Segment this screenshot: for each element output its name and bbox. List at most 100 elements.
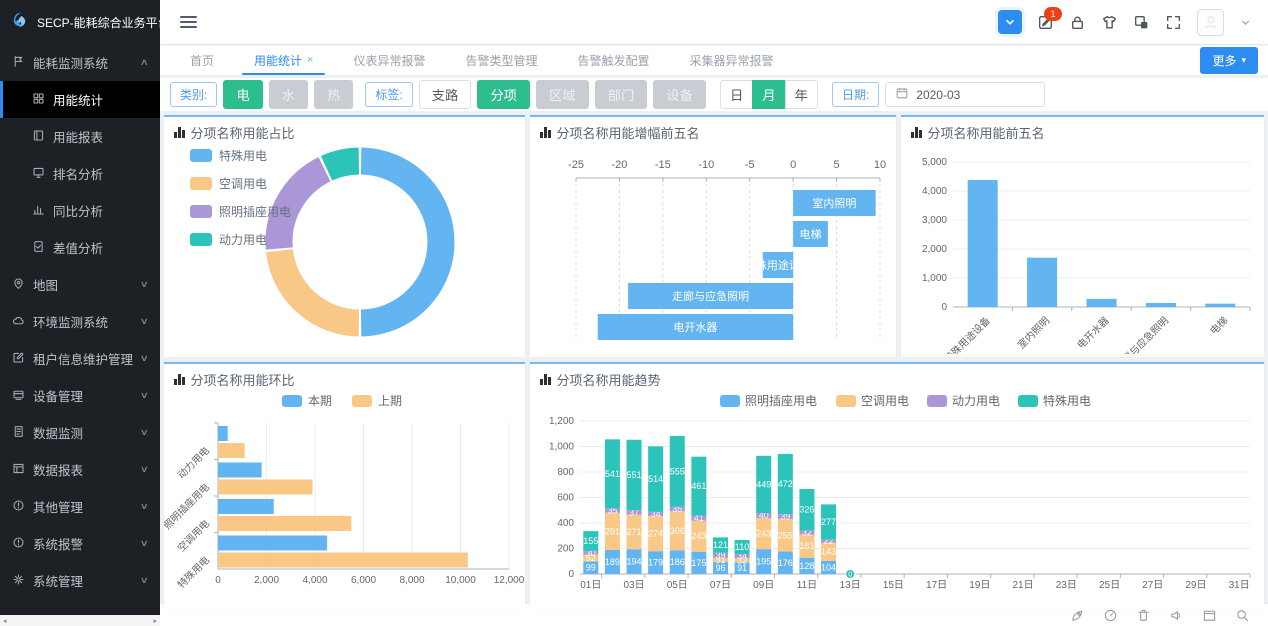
sidebar-group-6[interactable]: 数据报表∨: [0, 451, 160, 488]
tab-3[interactable]: 告警类型管理: [445, 45, 557, 75]
legend-item-2[interactable]: 照明插座用电: [190, 203, 291, 220]
svg-text:200: 200: [557, 544, 574, 555]
sidebar-group-5[interactable]: 数据监测∨: [0, 414, 160, 451]
tag-button-2[interactable]: 区域: [536, 80, 589, 109]
tab-4[interactable]: 告警触发配置: [558, 45, 670, 75]
svg-text:0: 0: [215, 575, 221, 586]
tab-close-icon[interactable]: ×: [307, 54, 313, 66]
tab-1[interactable]: 用能统计×: [234, 45, 333, 75]
legend-item-1[interactable]: 空调用电: [190, 175, 291, 192]
period-button-1[interactable]: 月: [752, 80, 785, 109]
svg-text:600: 600: [557, 493, 574, 504]
chevron-down-icon: ∨: [140, 279, 149, 290]
svg-text:15日: 15日: [883, 580, 904, 591]
dashboard-content: 分项名称用能占比 特殊用电空调用电照明插座用电动力用电 分项名称用能增幅前五名 …: [160, 111, 1268, 603]
svg-text:13日: 13日: [840, 580, 861, 591]
legend-item-3[interactable]: 动力用电: [190, 231, 291, 248]
svg-text:326: 326: [799, 505, 814, 515]
trend-stacked-chart[interactable]: 照明插座用电空调用电动力用电特殊用电02004006008001,0001,20…: [530, 389, 1264, 606]
card-energy-share: 分项名称用能占比 特殊用电空调用电照明插座用电动力用电: [164, 115, 525, 357]
sidebar-group-4[interactable]: 设备管理∨: [0, 377, 160, 414]
card-usage-top5: 分项名称用能前五名 01,0002,0003,0004,0005,000特殊用途…: [901, 115, 1264, 357]
category-button-2[interactable]: 热: [314, 80, 353, 109]
sidebar-group-8[interactable]: 系统报警∨: [0, 525, 160, 562]
svg-text:-20: -20: [611, 159, 627, 171]
theme-shirt-icon[interactable]: [1101, 14, 1118, 31]
menu-collapse-icon[interactable]: [176, 12, 201, 32]
period-button-0[interactable]: 日: [720, 80, 753, 109]
fullscreen-icon[interactable]: [1165, 14, 1182, 31]
sidebar-item-0-0[interactable]: 用能统计: [0, 81, 160, 118]
sidebar-group-label: 数据报表: [33, 460, 83, 479]
tab-label: 告警类型管理: [465, 52, 537, 69]
compare-bar-chart[interactable]: 本期上期02,0004,0006,0008,00010,00012,000动力用…: [164, 389, 525, 606]
sidebar-group-7[interactable]: 其他管理∨: [0, 488, 160, 525]
chevron-down-icon: ∨: [140, 427, 149, 438]
sidebar-hscrollbar[interactable]: ◂▸: [0, 615, 160, 626]
tag-button-4[interactable]: 设备: [653, 80, 706, 109]
svg-text:5: 5: [834, 159, 840, 171]
notifications-icon[interactable]: 1: [1037, 14, 1054, 31]
sidebar-item-label: 用能报表: [53, 127, 103, 146]
rocket-icon[interactable]: [1070, 608, 1085, 623]
tab-label: 首页: [190, 52, 214, 69]
sidebar-group-label: 系统管理: [33, 571, 83, 590]
date-value: 2020-03: [916, 88, 960, 102]
sidebar-group-3[interactable]: 租户信息维护管理∨: [0, 340, 160, 377]
category-button-1[interactable]: 水: [269, 80, 308, 109]
period-button-2[interactable]: 年: [785, 80, 818, 109]
tab-5[interactable]: 采集器异常报警: [670, 45, 794, 75]
tab-2[interactable]: 仪表异常报警: [333, 45, 445, 75]
user-menu-chevron-icon[interactable]: [1239, 16, 1252, 29]
svg-text:25日: 25日: [1099, 580, 1120, 591]
tag-button-1[interactable]: 分项: [477, 80, 530, 109]
svg-text:特殊用电: 特殊用电: [1043, 393, 1091, 408]
avatar[interactable]: [1197, 9, 1224, 36]
search-icon[interactable]: [1235, 608, 1250, 623]
gauge-icon[interactable]: [1103, 608, 1118, 623]
date-input[interactable]: 2020-03: [885, 82, 1045, 107]
sidebar-group-icon: [12, 55, 25, 71]
sidebar-item-0-3[interactable]: 同比分析: [0, 192, 160, 229]
copy-pages-icon[interactable]: [1133, 14, 1150, 31]
sidebar-group-9[interactable]: 系统管理∨: [0, 562, 160, 599]
svg-text:12,000: 12,000: [494, 575, 525, 586]
growth-bar-chart[interactable]: -25-20-15-10-50510室内照明电梯特殊用途设备走廊与应急照明电开水…: [530, 142, 896, 354]
top5-bar-chart[interactable]: 01,0002,0003,0004,0005,000特殊用途设备室内照明电开水器…: [901, 142, 1264, 354]
sidebar-item-0-1[interactable]: 用能报表: [0, 118, 160, 155]
sidebar-group-1[interactable]: 地图∨: [0, 266, 160, 303]
legend-swatch: [190, 205, 212, 218]
svg-text:243: 243: [691, 531, 706, 541]
category-button-0[interactable]: 电: [223, 80, 262, 109]
svg-text:-10: -10: [698, 159, 714, 171]
svg-text:3,000: 3,000: [922, 215, 947, 226]
sidebar-group-label: 能耗监测系统: [33, 53, 108, 72]
svg-text:194: 194: [627, 557, 642, 567]
more-button[interactable]: 更多▾: [1200, 47, 1258, 74]
tag-button-0[interactable]: 支路: [419, 80, 472, 109]
svg-text:181: 181: [799, 541, 814, 551]
svg-text:2,000: 2,000: [922, 244, 947, 255]
svg-text:空调用电: 空调用电: [861, 394, 909, 408]
legend-item-0[interactable]: 特殊用电: [190, 147, 291, 164]
tag-button-3[interactable]: 部门: [595, 80, 648, 109]
tab-0[interactable]: 首页: [170, 45, 234, 75]
sidebar-group-label: 其他管理: [33, 497, 83, 516]
sidebar-group-0[interactable]: 能耗监测系统∧: [0, 44, 160, 81]
legend-swatch: [190, 149, 212, 162]
svg-text:空调用电: 空调用电: [175, 517, 212, 554]
trash-icon[interactable]: [1136, 608, 1151, 623]
lock-icon[interactable]: [1069, 14, 1086, 31]
svg-text:动力用电: 动力用电: [952, 394, 1000, 408]
svg-text:472: 472: [778, 479, 793, 489]
language-toggle-button[interactable]: [998, 10, 1022, 34]
sidebar-item-0-2[interactable]: 排名分析: [0, 155, 160, 192]
sidebar-item-0-4[interactable]: 差值分析: [0, 229, 160, 266]
speaker-icon[interactable]: [1169, 608, 1184, 623]
sidebar-group-2[interactable]: 环境监测系统∨: [0, 303, 160, 340]
chart-title-icon: [540, 374, 551, 385]
chevron-down-icon: ∨: [140, 353, 149, 364]
svg-text:0: 0: [941, 302, 947, 313]
window-icon[interactable]: [1202, 608, 1217, 623]
chevron-down-icon: ∨: [140, 538, 149, 549]
